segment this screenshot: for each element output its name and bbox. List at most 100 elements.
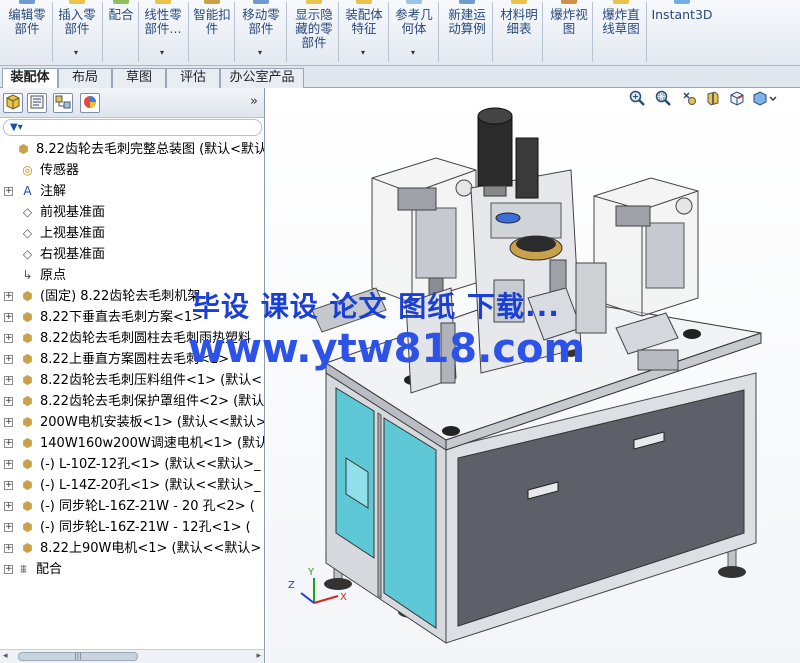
feature-tree: ⬢ 8.22齿轮去毛刺完整总装图 (默认<默认 ◎ 传感器 + A 注解 ◇ 前视基准面 ◇ 上视基… — [0, 139, 264, 649]
exploded-view-icon — [561, 0, 577, 4]
plane-icon: ◇ — [22, 226, 33, 240]
subassembly-icon: ⬢ — [22, 394, 33, 408]
panel-toolbar: » — [0, 88, 264, 118]
tree-item[interactable]: + ⬢ (-) L-10Z-12孔<1> (默认<<默认>_ — [0, 454, 264, 475]
property-manager-icon[interactable] — [27, 93, 47, 113]
mate-button[interactable]: 配合 — [104, 0, 138, 65]
expand-panel-icon[interactable]: » — [250, 94, 258, 109]
scroll-left-icon[interactable]: ◂ — [3, 650, 8, 663]
tree-item-label: (-) 同步轮L-16Z-21W - 20 孔<2> ( — [40, 499, 255, 514]
tree-item[interactable]: + ⬢ 140W160w200W调速电机<1> (默认 — [0, 433, 264, 454]
expand-toggle-icon[interactable]: + — [4, 334, 13, 343]
reference-geometry-button[interactable]: 参考几 何体 ▾ — [390, 0, 438, 65]
tree-item[interactable]: + ⬢ (-) 同步轮L-16Z-21W - 12孔<1> ( — [0, 517, 264, 538]
instant3d-button[interactable]: Instant3D — [650, 0, 714, 65]
tree-item-label: 8.22齿轮去毛刺压料组件<1> (默认< — [40, 373, 263, 388]
subassembly-icon: ⬢ — [22, 289, 33, 303]
part-icon: ⬢ — [22, 478, 33, 492]
feature-manager-icon[interactable] — [3, 93, 23, 113]
chevron-down-icon[interactable]: ▾ — [411, 46, 415, 60]
expand-toggle-icon[interactable]: + — [4, 523, 13, 532]
move-component-button[interactable]: 移动零 部件 ▾ — [236, 0, 286, 65]
assembly-features-button[interactable]: 装配体 特征 ▾ — [340, 0, 388, 65]
expand-toggle-icon[interactable]: + — [4, 397, 13, 406]
tree-item-label: 8.22上90W电机<1> (默认<<默认> — [40, 541, 262, 556]
linear-component-pattern-button[interactable]: 线性零 部件... ▾ — [138, 0, 188, 65]
bill-of-materials-button[interactable]: 材料明 细表 — [496, 0, 542, 65]
tree-item-label: 8.22下垂直去毛刺方案<1> — [40, 310, 204, 325]
tab-3[interactable]: 评估 — [166, 68, 220, 88]
ribbon-separator — [592, 2, 593, 62]
tree-item[interactable]: + ⬢ 8.22齿轮去毛刺保护罩组件<2> (默认 — [0, 391, 264, 412]
expand-toggle-icon[interactable]: + — [4, 355, 13, 364]
scroll-right-icon[interactable]: ▸ — [256, 650, 261, 663]
expand-toggle-icon[interactable]: + — [4, 460, 13, 469]
new-motion-study-button[interactable]: 新建运 动算例 — [442, 0, 492, 65]
ribbon-separator — [438, 2, 439, 62]
tree-item[interactable]: + ⬢ (-) 同步轮L-16Z-21W - 20 孔<2> ( — [0, 496, 264, 517]
chevron-down-icon[interactable]: ▾ — [74, 46, 78, 60]
expand-toggle-icon[interactable]: + — [4, 439, 13, 448]
part-icon: ⬢ — [22, 499, 33, 513]
ribbon-separator — [188, 2, 189, 62]
appearance-icon[interactable] — [80, 93, 100, 113]
assembly-model-render[interactable]: Z Y X — [266, 88, 800, 663]
tree-horizontal-scrollbar[interactable]: ◂ ||| ▸ — [0, 649, 264, 663]
chevron-down-icon[interactable]: ▾ — [258, 46, 262, 60]
show-hidden-components-button[interactable]: 显示隐 藏的零 部件 — [290, 0, 338, 65]
tree-item[interactable]: + ⬢ 200W电机安装板<1> (默认<<默认> — [0, 412, 264, 433]
exploded-view-button[interactable]: 爆炸视 图 — [546, 0, 592, 65]
tab-1[interactable]: 布局 — [58, 68, 112, 88]
bill-of-materials-icon — [511, 0, 527, 4]
expand-toggle-icon[interactable]: + — [4, 376, 13, 385]
tree-item-label: (固定) 8.22齿轮去毛刺机架 — [40, 289, 201, 304]
tree-item[interactable]: + ⩩ 配合 — [0, 559, 264, 580]
command-manager-tabs: 装配体 布局 草图 评估 办公室产品 — [0, 66, 800, 89]
tab-4[interactable]: 办公室产品 — [220, 68, 304, 88]
expand-toggle-icon[interactable]: + — [4, 481, 13, 490]
expand-toggle-icon[interactable]: + — [4, 418, 13, 427]
chevron-down-icon[interactable]: ▾ — [160, 46, 164, 60]
show-hidden-components-icon — [306, 0, 322, 4]
scrollbar-thumb[interactable]: ||| — [18, 652, 138, 661]
tree-item[interactable]: ◇ 上视基准面 — [0, 223, 264, 244]
linear-component-pattern-icon — [155, 0, 171, 4]
insert-components-button[interactable]: 插入零 部件 ▾ — [52, 0, 102, 65]
tree-item[interactable]: ◇ 右视基准面 — [0, 244, 264, 265]
tree-item-label: (-) 同步轮L-16Z-21W - 12孔<1> ( — [40, 520, 251, 535]
new-motion-study-icon — [459, 0, 475, 4]
tree-item-label: 原点 — [40, 268, 67, 283]
tree-item[interactable]: + ⬢ 8.22齿轮去毛刺压料组件<1> (默认< — [0, 370, 264, 391]
tree-item[interactable]: ◇ 前视基准面 — [0, 202, 264, 223]
tree-item[interactable]: ⬢ 8.22齿轮去毛刺完整总装图 (默认<默认 — [0, 139, 264, 160]
tree-filter-input[interactable]: ▼▾ — [3, 119, 262, 136]
tree-item[interactable]: + A 注解 — [0, 181, 264, 202]
part-icon: ⬢ — [22, 415, 33, 429]
configuration-manager-icon[interactable] — [53, 93, 73, 113]
edit-component-button[interactable]: 编辑零 部件 — [2, 0, 52, 65]
ribbon-button-label: Instant3D — [651, 7, 713, 22]
smart-fasteners-button[interactable]: 智能扣 件 — [190, 0, 234, 65]
expand-toggle-icon[interactable]: + — [4, 544, 13, 553]
chevron-down-icon[interactable]: ▾ — [361, 46, 365, 60]
sensor-icon: ◎ — [22, 163, 33, 177]
tree-item[interactable]: + ⬢ (-) L-14Z-20孔<1> (默认<<默认>_ — [0, 475, 264, 496]
graphics-area[interactable]: Z Y X — [266, 88, 800, 663]
explode-line-sketch-button[interactable]: 爆炸直 线草图 — [596, 0, 646, 65]
reference-geometry-icon — [406, 0, 422, 4]
expand-toggle-icon[interactable]: + — [4, 502, 13, 511]
tree-item[interactable]: ↳ 原点 — [0, 265, 264, 286]
tab-0[interactable]: 装配体 — [2, 68, 58, 89]
ribbon-separator — [286, 2, 287, 62]
expand-toggle-icon[interactable]: + — [4, 187, 13, 196]
ribbon-separator — [542, 2, 543, 62]
expand-toggle-icon[interactable]: + — [4, 292, 13, 301]
subassembly-icon: ⬢ — [22, 331, 33, 345]
tree-item[interactable]: + ⬢ 8.22上90W电机<1> (默认<<默认> — [0, 538, 264, 559]
triad-y-label: Y — [307, 567, 315, 578]
expand-toggle-icon[interactable]: + — [4, 313, 13, 322]
tree-item[interactable]: ◎ 传感器 — [0, 160, 264, 181]
tab-2[interactable]: 草图 — [112, 68, 166, 88]
expand-toggle-icon[interactable]: + — [4, 565, 13, 574]
ribbon-separator — [388, 2, 389, 62]
